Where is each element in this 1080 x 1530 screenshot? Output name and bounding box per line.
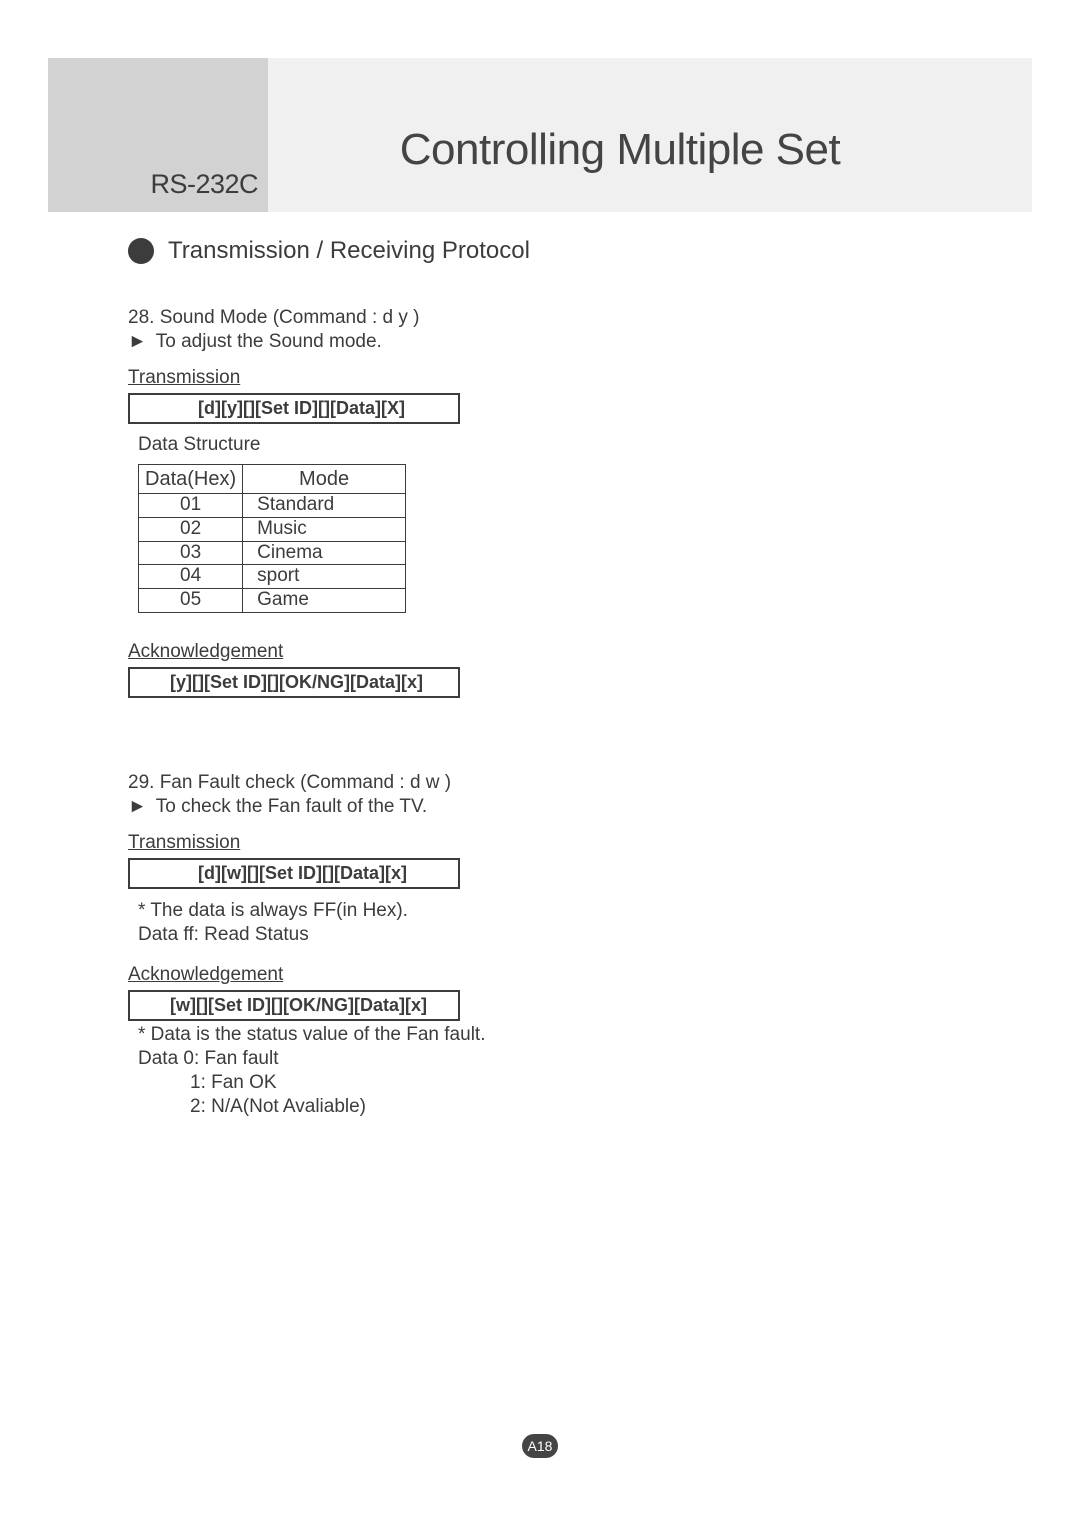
command-28-block: 28. Sound Mode (Command : d y ) ► To adj… xyxy=(128,307,980,698)
cell-hex: 04 xyxy=(139,565,243,589)
command-29-block: 29. Fan Fault check (Command : d w ) ► T… xyxy=(128,772,980,1119)
cell-mode: Music xyxy=(243,517,406,541)
cmd29-ack-note4: 2: N/A(Not Avaliable) xyxy=(138,1095,980,1119)
cmd29-ack-notes: * Data is the status value of the Fan fa… xyxy=(128,1023,980,1118)
cmd29-ack-note2: Data 0: Fan fault xyxy=(138,1047,980,1071)
sound-mode-table: Data(Hex) Mode 01 Standard 02 Music 03 C… xyxy=(138,464,406,613)
cmd29-ack-note3: 1: Fan OK xyxy=(138,1071,980,1095)
table-row: 04 sport xyxy=(139,565,406,589)
table-header-row: Data(Hex) Mode xyxy=(139,465,406,494)
cmd28-desc: ► To adjust the Sound mode. xyxy=(128,331,980,353)
cmd28-tx-frame: [d][y][][Set ID][][Data][X] xyxy=(128,393,460,424)
cmd29-tx-frame: [d][w][][Set ID][][Data][x] xyxy=(128,858,460,889)
table-head-hex: Data(Hex) xyxy=(139,465,243,494)
table-row: 02 Music xyxy=(139,517,406,541)
cmd29-tx-notes: * The data is always FF(in Hex). Data ff… xyxy=(128,899,980,947)
table-row: 01 Standard xyxy=(139,494,406,518)
cmd28-title: 28. Sound Mode (Command : d y ) xyxy=(128,307,980,329)
content-area: Transmission / Receiving Protocol 28. So… xyxy=(128,237,980,1192)
cell-hex: 02 xyxy=(139,517,243,541)
connector-block: RS-232C xyxy=(48,58,268,212)
cmd28-ack-label: Acknowledgement xyxy=(128,641,283,663)
triangle-right-icon: ► xyxy=(128,331,147,352)
cell-mode: sport xyxy=(243,565,406,589)
cell-hex: 01 xyxy=(139,494,243,518)
cmd28-desc-text: To adjust the Sound mode. xyxy=(156,331,382,352)
triangle-right-icon: ► xyxy=(128,796,147,817)
page-header: RS-232C Controlling Multiple Set xyxy=(48,58,1032,212)
cell-mode: Standard xyxy=(243,494,406,518)
connector-label: RS-232C xyxy=(150,169,258,200)
table-head-mode: Mode xyxy=(243,465,406,494)
cell-hex: 05 xyxy=(139,589,243,613)
table-row: 05 Game xyxy=(139,589,406,613)
cell-hex: 03 xyxy=(139,541,243,565)
cmd29-tx-note1: * The data is always FF(in Hex). xyxy=(138,899,980,923)
cmd28-ack-frame: [y][][Set ID][][OK/NG][Data][x] xyxy=(128,667,460,698)
section-heading-text: Transmission / Receiving Protocol xyxy=(168,237,530,265)
cmd28-tx-label: Transmission xyxy=(128,367,240,389)
cmd29-ack-label: Acknowledgement xyxy=(128,964,283,986)
section-heading: Transmission / Receiving Protocol xyxy=(128,237,980,265)
cmd29-ack-note1: * Data is the status value of the Fan fa… xyxy=(138,1023,980,1047)
cell-mode: Cinema xyxy=(243,541,406,565)
cmd29-desc-text: To check the Fan fault of the TV. xyxy=(156,796,427,817)
cmd29-ack-frame: [w][][Set ID][][OK/NG][Data][x] xyxy=(128,990,460,1021)
page-number-badge: A18 xyxy=(522,1434,558,1458)
bullet-icon xyxy=(128,238,154,264)
page-title: Controlling Multiple Set xyxy=(268,95,1032,175)
cmd29-title: 29. Fan Fault check (Command : d w ) xyxy=(128,772,980,794)
cmd29-tx-note2: Data ff: Read Status xyxy=(138,923,980,947)
cmd28-data-structure-label: Data Structure xyxy=(138,434,980,456)
cmd29-tx-label: Transmission xyxy=(128,832,240,854)
table-row: 03 Cinema xyxy=(139,541,406,565)
cmd29-desc: ► To check the Fan fault of the TV. xyxy=(128,796,980,818)
cell-mode: Game xyxy=(243,589,406,613)
